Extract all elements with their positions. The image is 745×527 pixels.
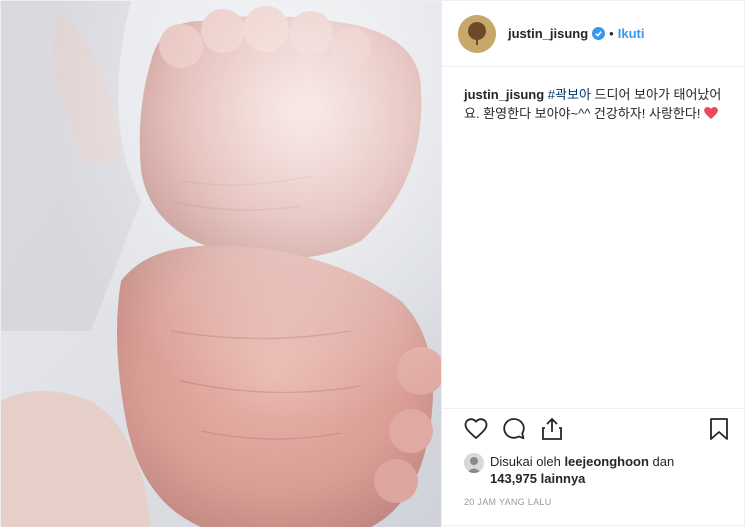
caption: justin_jisung #곽보아 드디어 보아가 태어났어요. 환영한다 보…	[442, 67, 744, 408]
avatar[interactable]	[458, 14, 496, 53]
verified-badge-icon	[592, 27, 606, 40]
instagram-post: justin_jisung • Ikuti justin_jisung #곽보아…	[0, 0, 745, 527]
likes-count[interactable]: 143,975	[490, 471, 537, 486]
heart-outline-icon	[464, 418, 488, 440]
username[interactable]: justin_jisung	[508, 26, 588, 41]
hashtag-link[interactable]: #곽보아	[548, 87, 591, 102]
liker-avatar[interactable]	[464, 453, 484, 473]
likes-mid: dan	[648, 454, 675, 469]
likes-suffix[interactable]: lainnya	[537, 471, 586, 486]
comment-button[interactable]	[502, 417, 526, 441]
post-sidebar: justin_jisung • Ikuti justin_jisung #곽보아…	[441, 1, 744, 525]
likes-summary: Disukai oleh leejeonghoon dan 143,975 la…	[442, 449, 744, 487]
likes-prefix: Disukai oleh	[490, 454, 565, 469]
liker-username[interactable]: leejeonghoon	[564, 454, 649, 469]
likes-text: Disukai oleh leejeonghoon dan 143,975 la…	[490, 453, 674, 487]
caption-username[interactable]: justin_jisung	[464, 87, 544, 102]
heart-emoji-icon	[704, 106, 718, 121]
save-button[interactable]	[708, 417, 730, 441]
post-timestamp[interactable]: 20 JAM YANG LALU	[442, 487, 744, 525]
tree-logo-icon	[458, 14, 496, 53]
comment-bubble-icon	[503, 418, 525, 440]
follow-button[interactable]: Ikuti	[618, 26, 645, 41]
separator-dot: •	[609, 26, 614, 41]
baby-feet-image	[1, 1, 441, 527]
share-icon	[542, 417, 562, 440]
like-button[interactable]	[464, 418, 488, 440]
bookmark-icon	[710, 418, 728, 440]
share-button[interactable]	[540, 417, 564, 441]
post-header: justin_jisung • Ikuti	[442, 1, 744, 67]
action-bar	[442, 408, 744, 449]
post-photo[interactable]	[1, 1, 441, 527]
